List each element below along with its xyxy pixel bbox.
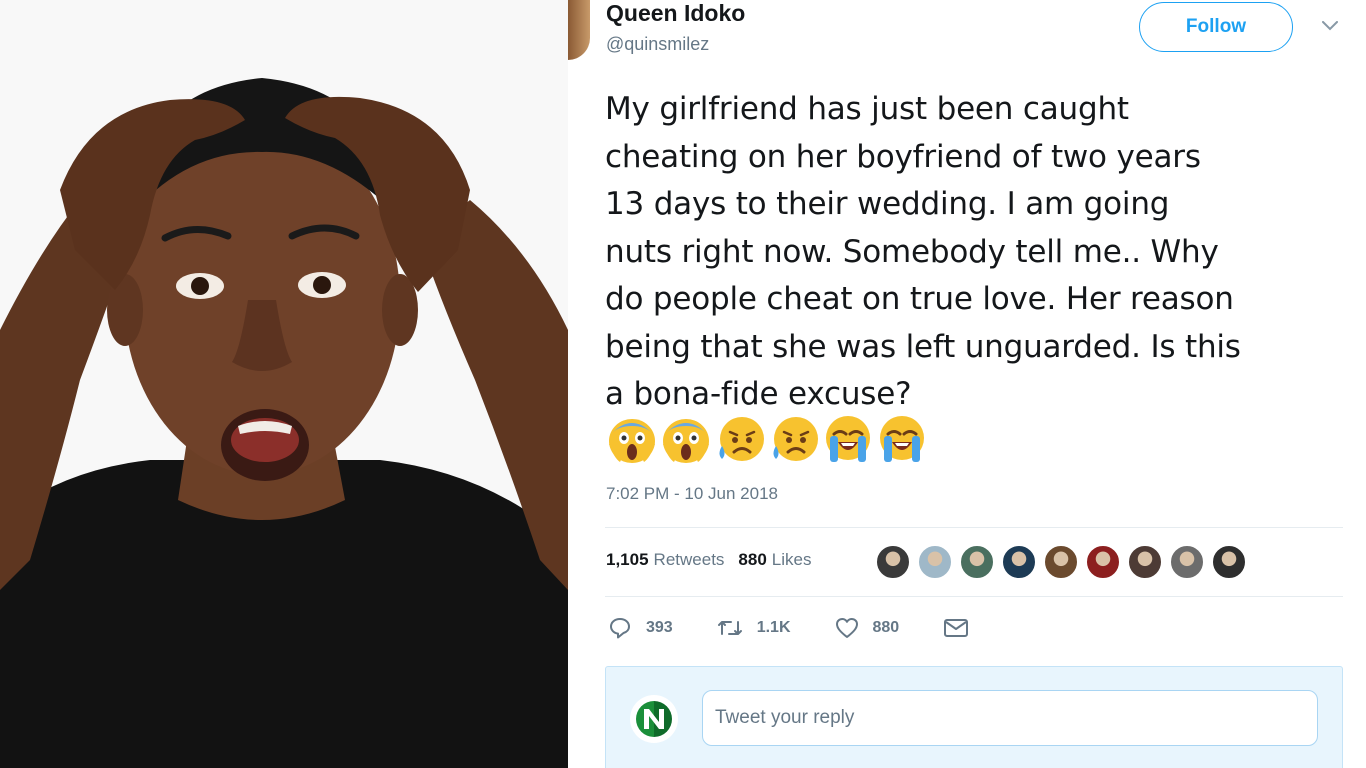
retweets-label: Retweets xyxy=(653,550,725,569)
liker-avatar[interactable] xyxy=(1211,544,1247,580)
likes-label: Likes xyxy=(771,550,812,569)
chevron-down-icon[interactable] xyxy=(1320,16,1340,36)
reply-composer: Tweet your reply xyxy=(605,666,1343,768)
reply-icon xyxy=(610,618,630,639)
like-action[interactable]: 880 xyxy=(835,616,900,640)
tweet-timestamp[interactable]: 7:02 PM - 10 Jun 2018 xyxy=(606,484,778,504)
heart-icon xyxy=(835,618,858,638)
follow-button[interactable]: Follow xyxy=(1139,2,1293,52)
retweets-stat[interactable]: 1,105 Retweets xyxy=(606,550,724,570)
face-screaming-in-fear-icon xyxy=(663,419,709,463)
retweet-count: 1.1K xyxy=(756,619,791,636)
reply-count: 393 xyxy=(646,619,673,636)
tweet-text: My girlfriend has just been caught cheat… xyxy=(605,91,1241,412)
photo-shocked-man xyxy=(0,0,568,768)
liker-avatar[interactable] xyxy=(875,544,911,580)
liker-avatar[interactable] xyxy=(1169,544,1205,580)
direct-message-action[interactable] xyxy=(943,617,983,639)
reply-input[interactable]: Tweet your reply xyxy=(702,690,1318,746)
current-user-avatar[interactable] xyxy=(630,695,678,743)
likes-stat[interactable]: 880 Likes xyxy=(738,550,811,570)
user-handle[interactable]: @quinsmilez xyxy=(606,34,709,55)
loudly-crying-face-icon xyxy=(880,416,924,462)
user-avatar[interactable] xyxy=(568,0,590,60)
liker-avatar[interactable] xyxy=(959,544,995,580)
tweet-actions: 393 1.1K 880 xyxy=(608,616,1027,640)
liker-avatar[interactable] xyxy=(917,544,953,580)
tweet-stats: 1,105 Retweets 880 Likes xyxy=(606,550,811,570)
face-screaming-in-fear-icon xyxy=(609,419,655,463)
retweets-count: 1,105 xyxy=(606,550,649,569)
like-count: 880 xyxy=(872,619,900,636)
retweet-icon xyxy=(717,621,742,635)
retweet-action[interactable]: 1.1K xyxy=(717,616,791,640)
tweet-card: Queen Idoko @quinsmilez Follow My girlfr… xyxy=(568,0,1366,768)
liker-avatar[interactable] xyxy=(1001,544,1037,580)
liker-avatar[interactable] xyxy=(1085,544,1121,580)
disappointed-relieved-face-icon xyxy=(773,417,818,461)
divider xyxy=(605,527,1343,528)
liker-avatars xyxy=(875,544,1247,580)
liker-avatar[interactable] xyxy=(1127,544,1163,580)
envelope-icon xyxy=(944,619,969,637)
likes-count: 880 xyxy=(738,550,767,569)
disappointed-relieved-face-icon xyxy=(719,417,764,461)
loudly-crying-face-icon xyxy=(826,416,870,462)
divider xyxy=(605,596,1343,597)
liker-avatar[interactable] xyxy=(1043,544,1079,580)
tweet-emojis xyxy=(606,414,928,464)
user-display-name[interactable]: Queen Idoko xyxy=(606,0,745,27)
reply-action[interactable]: 393 xyxy=(608,616,673,640)
